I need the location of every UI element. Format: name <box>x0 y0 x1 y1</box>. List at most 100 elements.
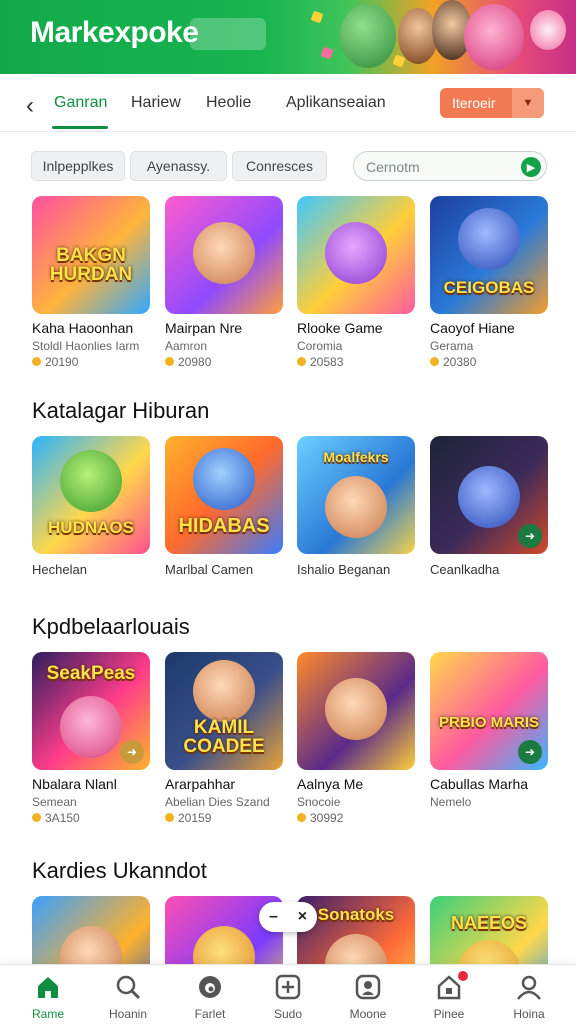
game-character <box>60 450 122 512</box>
section-title: Kpdbelaarlouais <box>32 614 190 639</box>
banner-character-pink-hero <box>464 4 524 70</box>
tab-aplikanseaian[interactable]: Aplikanseaian <box>286 94 386 112</box>
minimize-icon[interactable]: – <box>269 908 278 926</box>
nav-label: Farlet <box>194 1007 226 1021</box>
game-logo-text: PRBIO MARIS <box>438 714 539 731</box>
nav-item-profile[interactable]: Hoina <box>494 971 564 1021</box>
confetti-decoration <box>320 46 334 60</box>
game-thumbnail: PRBIO MARIS ➜ <box>430 652 548 770</box>
nav-item-add[interactable]: Sudo <box>253 971 323 1021</box>
nav-item-home[interactable]: Rame <box>13 971 83 1021</box>
game-rating: 30992 <box>297 811 343 825</box>
game-character <box>458 208 520 270</box>
plus-box-icon <box>274 973 302 1001</box>
wallet-icon <box>196 973 224 1001</box>
game-thumbnail: ➜ <box>430 436 548 554</box>
game-rating: 20583 <box>297 355 343 369</box>
banner-character-monster <box>340 4 396 68</box>
game-character <box>458 466 520 528</box>
back-chevron-icon[interactable]: ‹ <box>26 92 34 120</box>
game-logo-text: KAMIL COADEE <box>183 717 265 757</box>
play-arrow-icon[interactable]: ➜ <box>518 740 542 764</box>
game-thumbnail: HIDABAS <box>165 436 283 554</box>
coin-icon <box>297 813 306 822</box>
game-character <box>193 222 255 284</box>
game-subtitle: Stoldl Haonlies Iarm <box>32 339 140 353</box>
game-rating: 3A150 <box>32 811 80 825</box>
game-subtitle: Snocoie <box>297 795 341 809</box>
game-thumbnail <box>297 196 415 314</box>
game-subtitle: Aamron <box>165 339 208 353</box>
confetti-decoration <box>310 10 324 24</box>
coin-icon <box>165 813 174 822</box>
search-go-icon[interactable]: ▶ <box>521 157 541 177</box>
nav-item-notifications[interactable]: Pinee <box>414 971 484 1021</box>
game-thumbnail: CEIGOBAS <box>430 196 548 314</box>
nav-item-search[interactable]: Hoanin <box>93 971 163 1021</box>
game-character <box>193 660 255 722</box>
game-logo-text: HIDABAS <box>178 515 270 537</box>
active-tab-indicator <box>52 126 108 129</box>
game-logo-text: HUDNAOS <box>48 518 134 537</box>
notification-badge <box>458 971 468 981</box>
filter-dropdown-button[interactable]: Iteroeir ▼ <box>440 88 544 118</box>
banner-character-tool <box>530 10 566 50</box>
filter-chip[interactable]: Inlpepplkes <box>31 151 125 181</box>
game-rating: 20190 <box>32 355 78 369</box>
game-logo-text: SeakPeas <box>46 663 136 684</box>
filter-chip[interactable]: Conresces <box>232 151 327 181</box>
nav-item-wallet[interactable]: Farlet <box>175 971 245 1021</box>
coin-icon <box>430 357 439 366</box>
floating-window-controls: – × <box>259 902 317 932</box>
filter-chip[interactable]: Ayenassy. <box>130 151 227 181</box>
game-rating: 20159 <box>165 811 211 825</box>
gamepad-icon <box>354 973 382 1001</box>
chevron-down-icon: ▼ <box>512 88 544 118</box>
game-character <box>325 678 387 740</box>
game-title: Caoyof Hiane <box>430 320 515 336</box>
section-title: Kardies Ukanndot <box>32 858 207 883</box>
game-title: Rlooke Game <box>297 320 383 336</box>
game-subtitle: Semean <box>32 795 77 809</box>
bottom-navigation: Rame Hoanin Farlet Sudo Moone Pinee Hoin… <box>0 964 576 1024</box>
home-icon <box>34 973 62 1001</box>
game-thumbnail: HUDNAOS <box>32 436 150 554</box>
search-input[interactable] <box>366 157 516 177</box>
section-title: Katalagar Hiburan <box>32 398 210 423</box>
game-title: Kaha Haoonhan <box>32 320 134 336</box>
close-icon[interactable]: × <box>298 908 307 926</box>
coin-icon <box>297 357 306 366</box>
nav-item-games[interactable]: Moone <box>333 971 403 1021</box>
game-rating: 20380 <box>430 355 476 369</box>
play-arrow-icon[interactable]: ➜ <box>120 740 144 764</box>
coin-icon <box>165 357 174 366</box>
nav-label: Rame <box>31 1007 64 1021</box>
game-logo-text: CEIGOBAS <box>443 278 535 297</box>
game-title: Ishalio Beganan <box>297 562 391 577</box>
nav-label: Sudo <box>273 1007 303 1021</box>
game-thumbnail <box>297 652 415 770</box>
search-box: ▶ <box>353 151 547 181</box>
game-title: Marlbal Camen <box>165 562 254 577</box>
tab-heolie[interactable]: Heolie <box>206 94 251 112</box>
game-thumbnail: BAKGN HURDAN <box>32 196 150 314</box>
game-logo-text: BAKGN HURDAN <box>49 245 133 285</box>
hero-banner: Markexpoke <box>0 0 576 74</box>
game-title: Nbalara Nlanl <box>32 776 117 792</box>
filter-dropdown-label: Iteroeir <box>452 95 496 111</box>
game-logo-text: Moalfekrs <box>323 449 389 465</box>
game-title: Cabullas Marha <box>430 776 529 792</box>
game-character <box>325 476 387 538</box>
game-logo-text: NAEEOS <box>450 913 528 933</box>
game-title: Hechelan <box>32 562 87 577</box>
game-rating: 20980 <box>165 355 211 369</box>
tab-ganran[interactable]: Ganran <box>54 94 107 112</box>
search-icon <box>114 973 142 1001</box>
game-subtitle: Gerama <box>430 339 474 353</box>
play-arrow-icon[interactable]: ➜ <box>518 524 542 548</box>
game-thumbnail: Moalfekrs <box>297 436 415 554</box>
profile-icon <box>515 973 543 1001</box>
game-subtitle: Nemelo <box>430 795 472 809</box>
game-subtitle: Coromia <box>297 339 343 353</box>
tab-hariew[interactable]: Hariew <box>131 94 181 112</box>
